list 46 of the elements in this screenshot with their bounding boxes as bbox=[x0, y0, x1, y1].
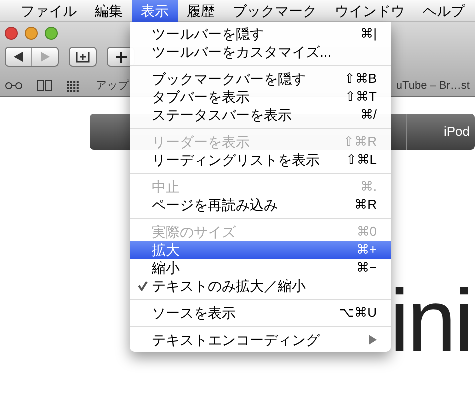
bookmark-item[interactable]: アップ bbox=[96, 78, 129, 94]
left-triangle-icon bbox=[14, 52, 23, 62]
shortcut-text: ⌘0 bbox=[356, 223, 377, 242]
menu-item[interactable]: タブバーを表示 ⇧⌘T bbox=[130, 88, 391, 106]
shortcut-text: ⌘R bbox=[354, 196, 377, 214]
nav-item[interactable]: iPod bbox=[406, 114, 470, 150]
close-button[interactable] bbox=[5, 27, 18, 40]
add-to-reading-list-button[interactable] bbox=[69, 47, 97, 67]
menu-bar-item[interactable]: ファイル bbox=[12, 0, 86, 22]
menu-bar-item[interactable]: ウインドウ bbox=[326, 0, 414, 22]
shortcut-text: ⇧⌘B bbox=[344, 70, 377, 88]
open-book-icon[interactable] bbox=[37, 80, 53, 92]
menu-bar-item[interactable]: 編集 bbox=[86, 0, 132, 22]
shortcut-text: ⌘. bbox=[360, 178, 377, 196]
menu-item[interactable]: ツールバーを隠す ⌘| bbox=[130, 25, 391, 43]
menu-bar-item[interactable]: ヘルプ bbox=[414, 0, 474, 22]
menu-item[interactable]: ステータスバーを表示 ⌘/ bbox=[130, 106, 391, 124]
glasses-icon[interactable] bbox=[5, 82, 23, 90]
shortcut-text: ⌥⌘U bbox=[340, 304, 377, 322]
shortcut-text: ⌘− bbox=[356, 259, 377, 278]
menu-bar-item[interactable]: 表示 bbox=[132, 0, 178, 22]
menu-bar-item[interactable]: ブックマーク bbox=[224, 0, 326, 22]
shortcut-text: ⇧⌘T bbox=[345, 88, 377, 106]
shortcut-text: ⌘| bbox=[360, 25, 377, 44]
menu-item[interactable]: ページを再読み込み ⌘R bbox=[130, 196, 391, 214]
shortcut-text: ⇧⌘R bbox=[344, 133, 377, 152]
menu-item[interactable]: テキストエンコーディング bbox=[130, 331, 391, 349]
right-triangle-icon bbox=[40, 52, 50, 62]
grid-icon[interactable] bbox=[67, 80, 80, 92]
tray-plus-icon bbox=[76, 51, 90, 63]
menu-item[interactable]: テキストのみ拡大／縮小 bbox=[130, 277, 391, 295]
menu-item[interactable]: ツールバーをカスタマイズ... bbox=[130, 43, 391, 61]
menu-item[interactable]: ブックマークバーを隠す ⇧⌘B bbox=[130, 70, 391, 88]
zoom-button[interactable] bbox=[45, 27, 58, 40]
menu-item[interactable]: 拡大 ⌘+ bbox=[130, 241, 391, 259]
shortcut-text: ⇧⌘L bbox=[346, 151, 377, 170]
shortcut-text: ⌘+ bbox=[356, 241, 377, 260]
menu-item[interactable]: リーディングリストを表示 ⇧⌘L bbox=[130, 151, 391, 169]
minimize-button[interactable] bbox=[25, 27, 38, 40]
menu-item[interactable]: 縮小 ⌘− bbox=[130, 259, 391, 277]
plus-icon bbox=[116, 52, 126, 62]
shortcut-text: ⌘/ bbox=[360, 106, 377, 124]
bookmark-item[interactable]: uTube – Br…st bbox=[396, 78, 470, 94]
page-heading: ini bbox=[390, 277, 472, 365]
menu-bar-item[interactable]: 履歴 bbox=[178, 0, 224, 22]
menu-item[interactable]: ソースを表示 ⌥⌘U bbox=[130, 304, 391, 322]
